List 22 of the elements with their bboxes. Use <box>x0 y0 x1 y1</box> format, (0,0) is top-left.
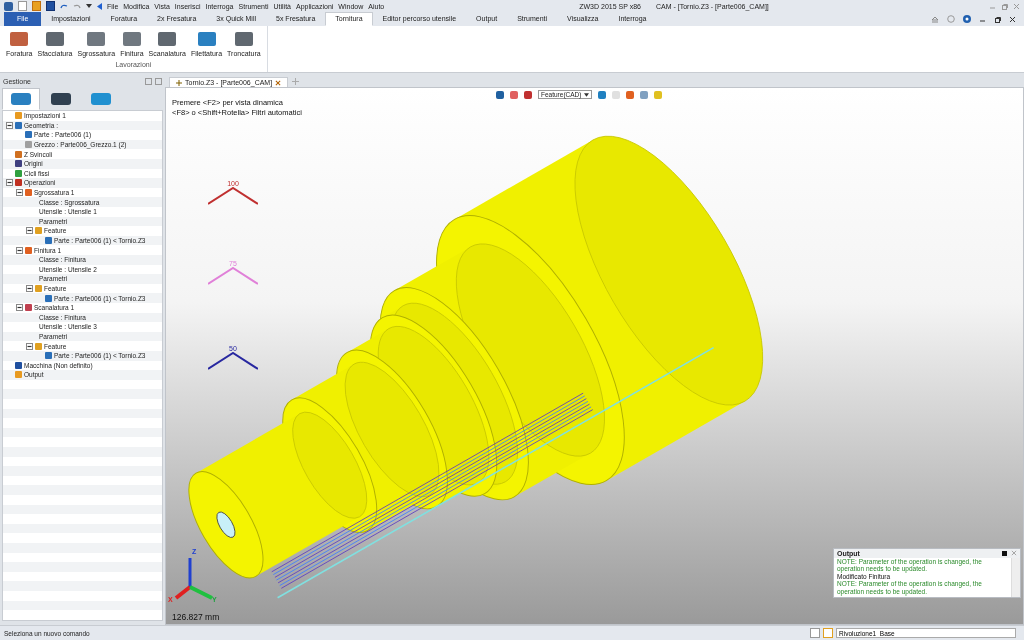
close-icon[interactable] <box>1009 15 1016 23</box>
collapse-toggle[interactable] <box>26 342 33 350</box>
collapse-toggle[interactable] <box>26 227 33 235</box>
restore-icon[interactable] <box>994 15 1001 23</box>
collapse-toggle[interactable] <box>16 189 23 197</box>
back-icon[interactable] <box>97 2 102 10</box>
collapse-toggle[interactable] <box>6 179 13 187</box>
collapse-toggle[interactable] <box>16 246 23 254</box>
plus-icon <box>176 79 182 86</box>
caret-icon[interactable] <box>86 4 92 8</box>
pin-icon[interactable] <box>1002 550 1007 556</box>
undo-icon[interactable] <box>60 3 68 9</box>
collapse-toggle[interactable] <box>6 121 13 129</box>
scrollbar[interactable] <box>1011 557 1020 597</box>
measurement-text: 126.827 mm <box>172 612 220 622</box>
new-file-icon[interactable] <box>18 1 27 11</box>
eject-icon[interactable] <box>931 15 939 23</box>
panel-tab[interactable] <box>2 88 40 110</box>
collapse-toggle[interactable] <box>26 285 33 292</box>
collapse-toggle[interactable] <box>16 304 23 312</box>
caret-icon[interactable] <box>584 93 590 97</box>
redo-icon[interactable] <box>73 3 81 9</box>
